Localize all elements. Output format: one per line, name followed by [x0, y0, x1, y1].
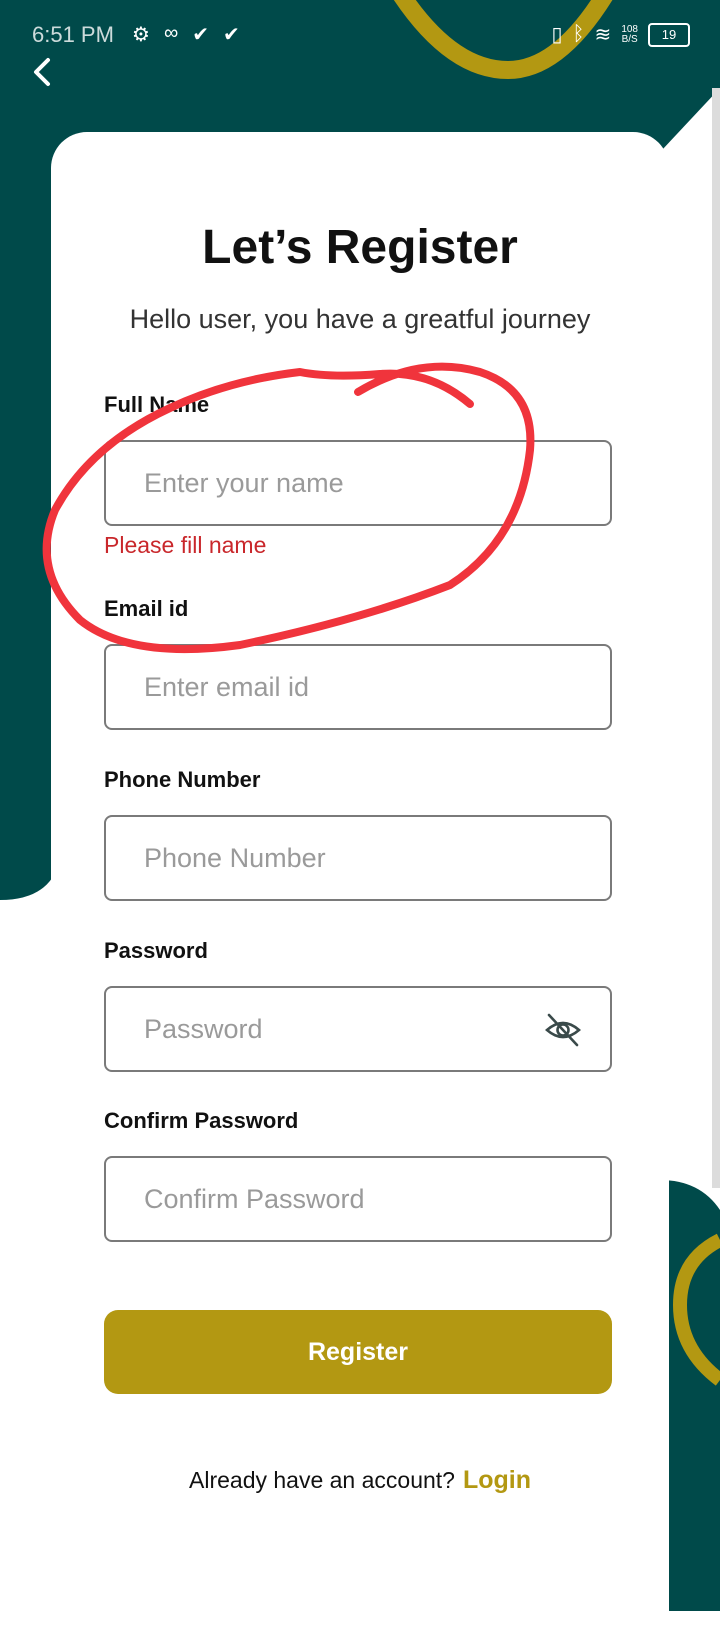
login-link[interactable]: Login: [463, 1466, 531, 1494]
page-subtitle: Hello user, you have a greatful journey: [129, 304, 591, 334]
login-prompt: Already have an account? Login: [51, 1466, 669, 1495]
email-input[interactable]: [144, 646, 524, 728]
scroll-edge: [712, 88, 720, 1188]
status-time: 6:51 PM: [32, 22, 114, 47]
wifi-icon: ≋: [594, 24, 612, 46]
email-label: Email id: [104, 596, 189, 621]
bluetooth-icon: ᛒ: [572, 23, 585, 45]
status-notification-icons: ⚙ ∞ ✔ ✔: [132, 22, 240, 47]
full-name-input[interactable]: [144, 442, 524, 524]
status-system-icons: ▯ ᛒ ≋ 108 B/S 19: [552, 22, 690, 47]
confirm-password-input[interactable]: [144, 1158, 524, 1240]
back-button[interactable]: [24, 52, 60, 92]
infinity-icon: ∞: [163, 22, 179, 44]
password-label: Password: [104, 938, 208, 963]
full-name-field-box: [104, 440, 612, 526]
register-button[interactable]: Register: [104, 1310, 612, 1394]
phone-label: Phone Number: [104, 767, 261, 792]
password-visibility-toggle[interactable]: [544, 1012, 582, 1048]
full-name-label: Full Name: [104, 392, 210, 417]
password-input[interactable]: [144, 988, 524, 1070]
phone-field-box: [104, 815, 612, 901]
checkmark-icon: ✔: [192, 24, 209, 46]
vibrate-icon: ▯: [551, 24, 563, 46]
page-title: Let’s Register: [202, 221, 518, 274]
network-speed-unit: B/S: [621, 33, 638, 45]
status-bar: 6:51 PM ⚙ ∞ ✔ ✔ ▯ ᛒ ≋ 108 B/S 19: [0, 18, 720, 54]
password-field-box: [104, 986, 612, 1072]
background-teal-corner: [660, 1180, 720, 1611]
full-name-error: Please fill name: [104, 532, 267, 558]
chevron-left-icon: [34, 58, 50, 86]
register-card: Let’s Register Hello user, you have a gr…: [51, 132, 669, 1652]
email-field-box: [104, 644, 612, 730]
confirm-password-label: Confirm Password: [104, 1108, 299, 1133]
confirm-password-field-box: [104, 1156, 612, 1242]
eye-off-icon: [545, 1013, 581, 1047]
phone-input[interactable]: [144, 817, 524, 899]
battery-icon: 19: [648, 22, 690, 47]
checkmark-icon: ✔: [222, 24, 240, 46]
login-prompt-text: Already have an account?: [189, 1467, 455, 1493]
network-speed: 108 B/S: [621, 24, 638, 45]
gear-icon: ⚙: [132, 24, 150, 46]
